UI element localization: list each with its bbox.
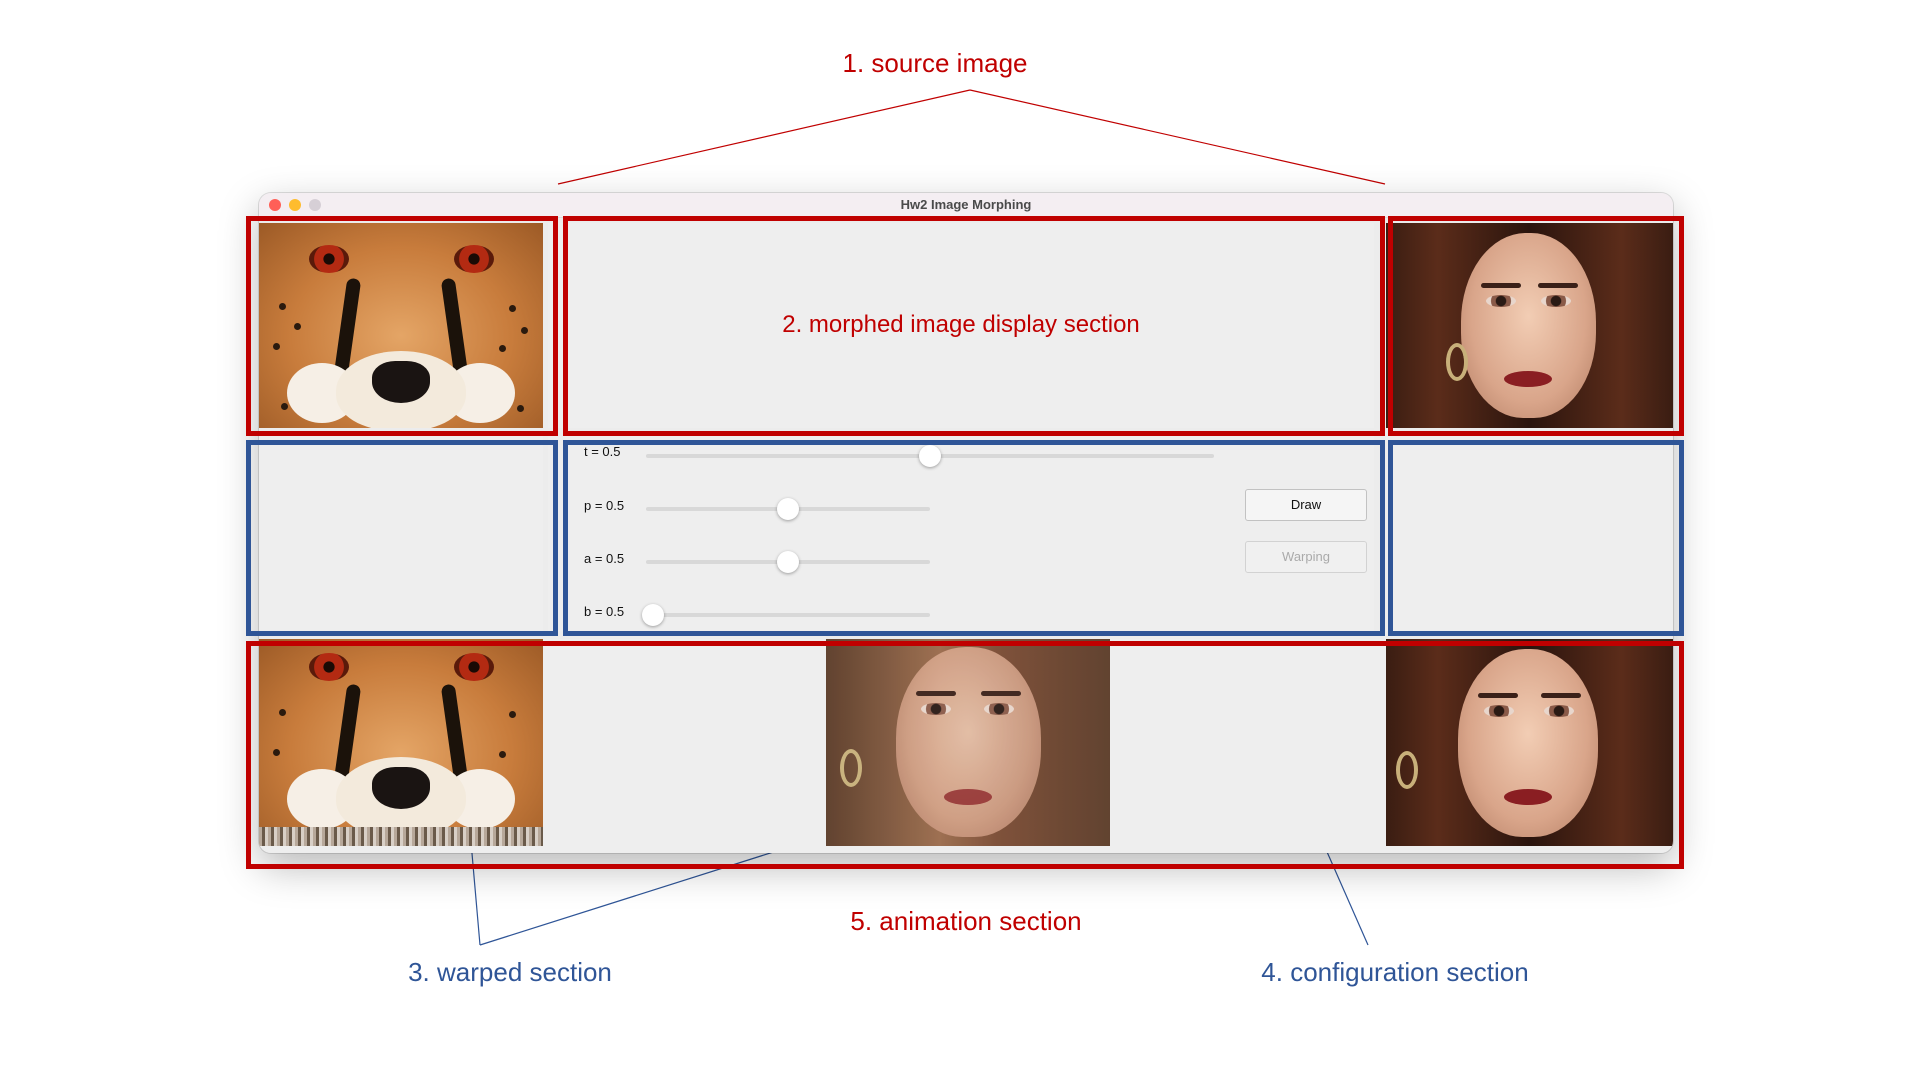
title-bar[interactable]: Hw2 Image Morphing: [259, 193, 1673, 218]
annotation-configuration-section: 4. configuration section: [1261, 957, 1529, 987]
highlight-source-right: [1388, 216, 1684, 436]
annotation-source-image: 1. source image: [842, 48, 1028, 78]
annotation-animation-section: 5. animation section: [850, 906, 1082, 936]
highlight-morphed-display: [563, 216, 1385, 436]
annotation-warped-section: 3. warped section: [408, 957, 612, 987]
window-title: Hw2 Image Morphing: [900, 197, 1032, 212]
source-line-left: [557, 89, 971, 185]
highlight-warped-right: [1388, 440, 1684, 636]
source-line-right: [969, 89, 1386, 185]
highlight-configuration: [563, 440, 1385, 636]
highlight-animation: [246, 641, 1684, 869]
highlight-source-left: [246, 216, 558, 436]
highlight-warped-left: [246, 440, 558, 636]
